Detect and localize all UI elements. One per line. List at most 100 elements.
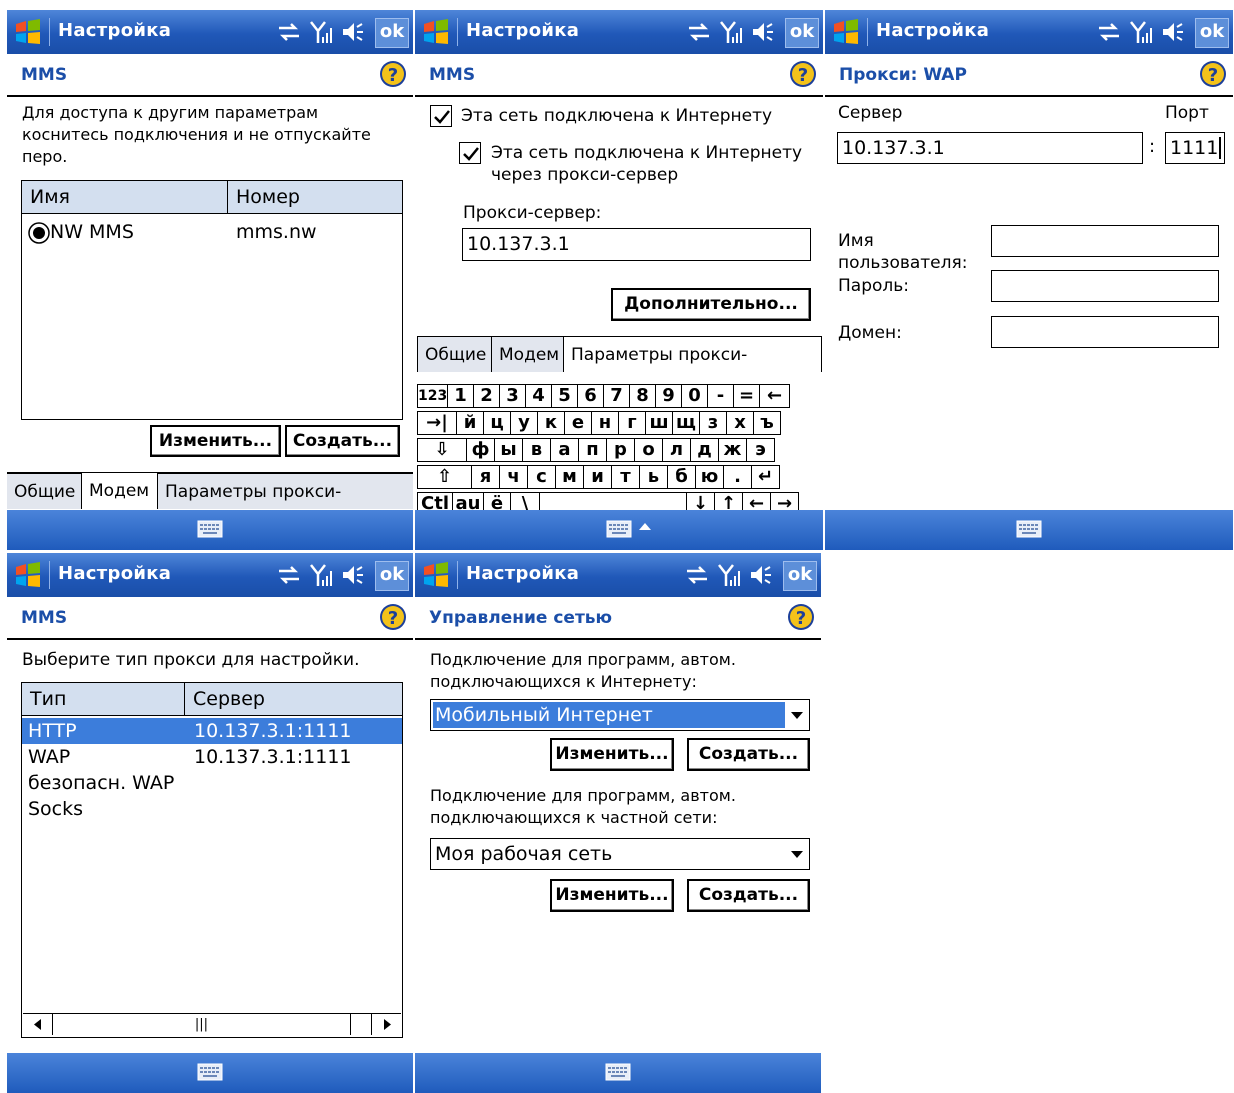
scroll-right-button[interactable]	[371, 1014, 401, 1035]
signal-icon[interactable]	[309, 562, 333, 588]
table-row[interactable]: WAP 10.137.3.1:1111	[22, 744, 402, 770]
tab-proxy-settings[interactable]: Параметры прокси-сервера	[158, 473, 413, 538]
signal-icon[interactable]	[309, 19, 333, 45]
keyboard-key[interactable]: ц	[483, 411, 511, 435]
connectivity-icon[interactable]	[1097, 19, 1121, 45]
windows-start-icon[interactable]	[13, 561, 43, 589]
chevron-down-icon[interactable]	[791, 851, 803, 858]
column-number[interactable]: Номер	[228, 181, 402, 213]
keyboard-key[interactable]: ф	[466, 438, 495, 462]
keyboard-key[interactable]: ш	[645, 411, 673, 435]
column-name[interactable]: Имя	[22, 181, 228, 213]
keyboard-key[interactable]: к	[537, 411, 565, 435]
keyboard-icon[interactable]	[605, 1063, 631, 1081]
table-row[interactable]: Socks	[22, 796, 402, 822]
help-icon[interactable]: ?	[787, 603, 815, 631]
input-selector-arrow-icon[interactable]	[639, 523, 651, 530]
tab-general[interactable]: Общие	[417, 336, 492, 372]
keyboard-key[interactable]: в	[522, 438, 551, 462]
username-input[interactable]	[991, 225, 1219, 257]
private-connection-select[interactable]: Моя рабочая сеть	[430, 838, 810, 870]
list-item[interactable]: NW MMS mms.nw	[22, 219, 402, 245]
keyboard-key[interactable]: ⇩	[417, 438, 467, 462]
keyboard-key[interactable]: -	[707, 384, 734, 408]
keyboard-key[interactable]: ⇧	[417, 465, 472, 489]
keyboard-key[interactable]: т	[611, 465, 640, 489]
connectivity-icon[interactable]	[277, 562, 301, 588]
keyboard-key[interactable]: э	[746, 438, 775, 462]
help-icon[interactable]: ?	[379, 60, 407, 88]
keyboard-key[interactable]: й	[456, 411, 484, 435]
keyboard-key[interactable]: 3	[499, 384, 526, 408]
connectivity-icon[interactable]	[685, 562, 709, 588]
keyboard-key[interactable]: ъ	[753, 411, 781, 435]
help-icon[interactable]: ?	[789, 60, 817, 88]
proxy-checkbox[interactable]	[459, 142, 481, 164]
tab-modem[interactable]: Модем	[492, 336, 564, 372]
radio-selected-icon[interactable]	[28, 222, 50, 244]
keyboard-key[interactable]: п	[578, 438, 607, 462]
keyboard-key[interactable]: б	[667, 465, 696, 489]
windows-start-icon[interactable]	[831, 18, 861, 46]
keyboard-key[interactable]: и	[583, 465, 612, 489]
help-icon[interactable]: ?	[1199, 60, 1227, 88]
keyboard-key[interactable]: .	[723, 465, 752, 489]
server-input[interactable]: 10.137.3.1	[837, 132, 1143, 164]
signal-icon[interactable]	[717, 562, 741, 588]
tab-general[interactable]: Общие	[7, 473, 82, 509]
soft-keyboard[interactable]: 123 1 2 3 4 5 6 7 8 9 0- = ← →| й ц у к е н г ш щ з х ъ ⇩ ф ы в а п р о л д…	[417, 382, 823, 516]
ok-button[interactable]: ok	[375, 561, 409, 591]
keyboard-key[interactable]: р	[606, 438, 635, 462]
keyboard-key[interactable]: 7	[603, 384, 630, 408]
keyboard-key[interactable]: =	[733, 384, 760, 408]
keyboard-key[interactable]: х	[726, 411, 754, 435]
port-input[interactable]: 1111​	[1165, 132, 1225, 164]
volume-icon[interactable]	[751, 19, 775, 45]
windows-start-icon[interactable]	[13, 18, 43, 46]
keyboard-key[interactable]: →|	[417, 411, 457, 435]
keyboard-key[interactable]: 9	[655, 384, 682, 408]
column-type[interactable]: Тип	[22, 683, 185, 715]
keyboard-key[interactable]: 2	[473, 384, 500, 408]
keyboard-key[interactable]: 4	[525, 384, 552, 408]
keyboard-key[interactable]: ю	[695, 465, 724, 489]
column-server[interactable]: Сервер	[185, 683, 402, 715]
keyboard-key[interactable]: н	[591, 411, 619, 435]
keyboard-key[interactable]: 8	[629, 384, 656, 408]
keyboard-key[interactable]: ы	[494, 438, 523, 462]
scroll-left-button[interactable]	[23, 1014, 53, 1035]
keyboard-icon[interactable]	[606, 520, 632, 538]
connectivity-icon[interactable]	[277, 19, 301, 45]
edit-button[interactable]: Изменить...	[150, 425, 281, 457]
keyboard-key[interactable]: 123	[417, 384, 448, 408]
keyboard-key[interactable]: ←	[759, 384, 790, 408]
volume-icon[interactable]	[1161, 19, 1185, 45]
keyboard-key[interactable]: ↵	[751, 465, 780, 489]
keyboard-key[interactable]: 1	[447, 384, 474, 408]
ok-button[interactable]: ok	[783, 561, 817, 591]
scrollbar-thumb[interactable]: |||	[53, 1014, 351, 1035]
password-input[interactable]	[991, 270, 1219, 302]
advanced-button[interactable]: Дополнительно...	[611, 288, 811, 321]
keyboard-key[interactable]: у	[510, 411, 538, 435]
connectivity-icon[interactable]	[687, 19, 711, 45]
keyboard-key[interactable]: 0	[681, 384, 708, 408]
keyboard-key[interactable]: д	[690, 438, 719, 462]
proxy-server-input[interactable]: 10.137.3.1	[462, 228, 811, 261]
windows-start-icon[interactable]	[421, 561, 451, 589]
ok-button[interactable]: ok	[375, 18, 409, 48]
domain-input[interactable]	[991, 316, 1219, 348]
keyboard-key[interactable]: 5	[551, 384, 578, 408]
keyboard-icon[interactable]	[197, 1063, 223, 1081]
keyboard-key[interactable]: ь	[639, 465, 668, 489]
internet-connection-select[interactable]: Мобильный Интернет	[430, 699, 810, 731]
keyboard-key[interactable]: с	[527, 465, 556, 489]
volume-icon[interactable]	[341, 19, 365, 45]
internet-checkbox[interactable]	[430, 105, 452, 127]
ok-button[interactable]: ok	[1195, 18, 1229, 48]
keyboard-key[interactable]: 6	[577, 384, 604, 408]
create-internet-button[interactable]: Создать...	[687, 738, 810, 771]
table-row[interactable]: безопасн. WAP	[22, 770, 402, 796]
proxy-type-list[interactable]: Тип Сервер HTTP 10.137.3.1:1111 WAP 10.1…	[21, 682, 403, 1038]
horizontal-scrollbar[interactable]: |||	[23, 1013, 401, 1036]
